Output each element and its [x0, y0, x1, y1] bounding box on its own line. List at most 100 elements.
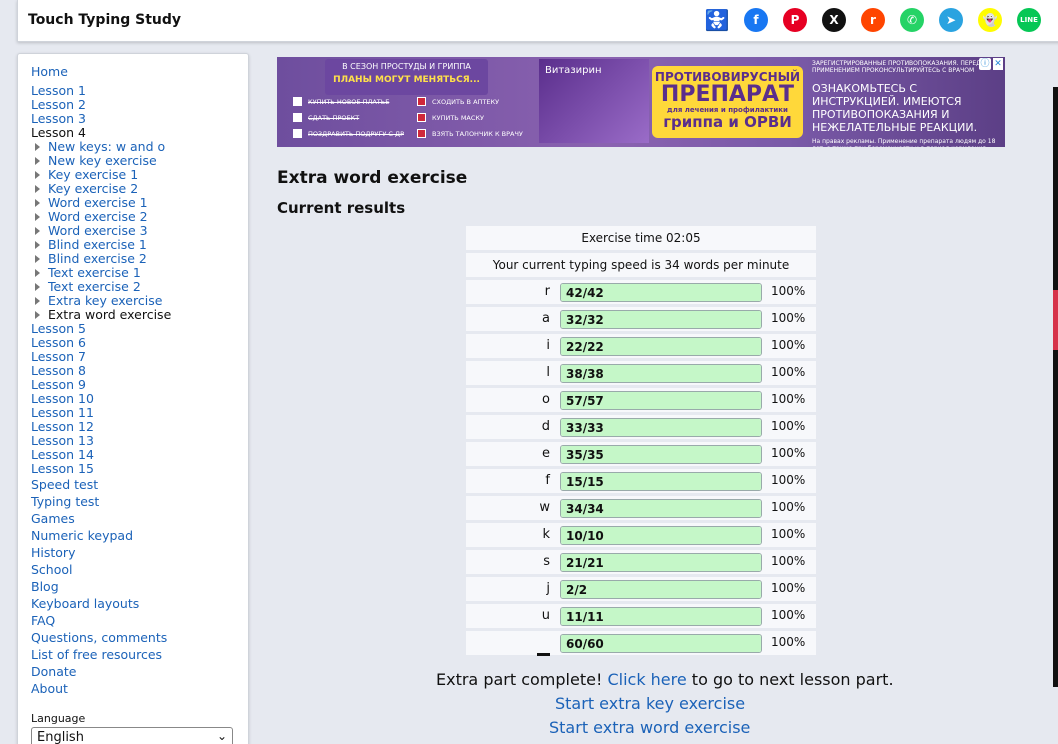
key-accuracy: 100% [771, 419, 806, 433]
sidebar-item-typing-test[interactable]: Typing test [31, 493, 171, 510]
sidebar-item-speed-test[interactable]: Speed test [31, 476, 171, 493]
ad-headline-line2: ПЛАНЫ МОГУТ МЕНЯТЬСЯ... [333, 75, 480, 85]
ad-yellow-line4: гриппа и ОРВИ [663, 113, 792, 131]
sidebar-item-questions-comments[interactable]: Questions, comments [31, 629, 171, 646]
right-side-ad-accent [1053, 290, 1058, 350]
ad-close-icon[interactable]: ✕ [993, 58, 1003, 70]
right-side-ad-edge [1053, 87, 1058, 687]
progress-bar: 33/33 [560, 418, 762, 437]
ad-checklist-item: СХОДИТЬ В АПТЕКУ [417, 97, 523, 106]
sidebar-item-lesson[interactable]: Lesson 9 [31, 378, 171, 392]
sidebar-item-lesson[interactable]: Lesson 13 [31, 434, 171, 448]
language-select[interactable]: English ⌄ [31, 727, 233, 744]
ad-info-icon[interactable]: ⓘ [979, 58, 991, 70]
key-accuracy: 100% [771, 581, 806, 595]
sidebar-item-about[interactable]: About [31, 680, 171, 697]
sidebar-item-school[interactable]: School [31, 561, 171, 578]
site-title[interactable]: Touch Typing Study [28, 12, 181, 28]
sidebar-item-faq[interactable]: FAQ [31, 612, 171, 629]
triangle-right-icon [35, 185, 40, 193]
start-extra-word-exercise-link[interactable]: Start extra word exercise [549, 718, 750, 737]
ad-product-image: Витазирин [539, 59, 649, 143]
sidebar-item-lesson[interactable]: Lesson 8 [31, 364, 171, 378]
sidebar-item-lesson[interactable]: Lesson 7 [31, 350, 171, 364]
sidebar-subitem[interactable]: Blind exercise 1 [31, 238, 171, 252]
key-char: d [541, 419, 550, 434]
key-result-row: r 42/42 100% [466, 280, 816, 304]
sidebar-item-lesson[interactable]: Lesson 14 [31, 448, 171, 462]
key-result-row: l 38/38 100% [466, 361, 816, 385]
sidebar-subitem[interactable]: Word exercise 3 [31, 224, 171, 238]
ad-checklist-label: ВЗЯТЬ ТАЛОНЧИК К ВРАЧУ [432, 129, 523, 138]
stroller-icon[interactable]: 🚼 [705, 8, 730, 32]
sidebar-subitem[interactable]: Text exercise 1 [31, 266, 171, 280]
sidebar-subitem[interactable]: Text exercise 2 [31, 280, 171, 294]
key-accuracy: 100% [771, 473, 806, 487]
triangle-right-icon [35, 213, 40, 221]
key-results: r 42/42 100% a 32/32 100% i 22/22 100% l 38/38 100%… [466, 280, 816, 656]
progress-bar: 34/34 [560, 499, 762, 518]
sidebar-subitem-label: Blind exercise 2 [48, 251, 147, 266]
sidebar-item-lesson[interactable]: Lesson 10 [31, 392, 171, 406]
sidebar-subitem[interactable]: Key exercise 1 [31, 168, 171, 182]
progress-bar: 57/57 [560, 391, 762, 410]
sidebar-item-lesson[interactable]: Lesson 1 [31, 84, 171, 98]
sidebar-subitem[interactable]: Key exercise 2 [31, 182, 171, 196]
sidebar-item-list-of-free-resources[interactable]: List of free resources [31, 646, 171, 663]
exercise-time: Exercise time 02:05 [466, 226, 816, 250]
telegram-icon[interactable]: ➤ [939, 8, 963, 32]
x-icon[interactable]: X [822, 8, 846, 32]
key-result-row: e 35/35 100% [466, 442, 816, 466]
progress-bar: 11/11 [560, 607, 762, 626]
sidebar-subitem[interactable]: Extra key exercise [31, 294, 171, 308]
start-extra-key-exercise-link[interactable]: Start extra key exercise [555, 694, 745, 713]
key-result-row: o 57/57 100% [466, 388, 816, 412]
space-key-icon [466, 645, 550, 660]
reddit-icon[interactable]: r [861, 8, 885, 32]
progress-bar: 60/60 [560, 634, 762, 653]
line-icon[interactable]: LINE [1017, 8, 1041, 32]
sidebar-subitem[interactable]: Word exercise 2 [31, 210, 171, 224]
progress-bar: 38/38 [560, 364, 762, 383]
results-heading: Current results [277, 199, 406, 217]
sidebar-subitem-label: Extra key exercise [48, 293, 163, 308]
next-lesson-link[interactable]: Click here [607, 670, 686, 689]
sidebar-subitem-current: Extra word exercise [31, 308, 171, 322]
sidebar-subitem[interactable]: New key exercise [31, 154, 171, 168]
key-accuracy: 100% [771, 392, 806, 406]
sidebar-item-history[interactable]: History [31, 544, 171, 561]
ad-list-right: СХОДИТЬ В АПТЕКУ КУПИТЬ МАСКУ ВЗЯТЬ ТАЛОНЧ… [417, 97, 523, 145]
facebook-icon[interactable]: f [744, 8, 768, 32]
snapchat-icon[interactable]: 👻 [978, 8, 1002, 32]
sidebar-item-lesson[interactable]: Lesson 3 [31, 112, 171, 126]
key-char: l [546, 365, 550, 380]
pinterest-icon[interactable]: P [783, 8, 807, 32]
sidebar-item-lesson[interactable]: Lesson 6 [31, 336, 171, 350]
sidebar-subitem[interactable]: Word exercise 1 [31, 196, 171, 210]
advertisement-banner[interactable]: В СЕЗОН ПРОСТУДЫ И ГРИППА ПЛАНЫ МОГУТ МЕ… [277, 57, 1005, 147]
sidebar-item-keyboard-layouts[interactable]: Keyboard layouts [31, 595, 171, 612]
sidebar-item-games[interactable]: Games [31, 510, 171, 527]
ad-checklist-item: СДАТЬ ПРОЕКТ [293, 113, 404, 122]
sidebar-item-blog[interactable]: Blog [31, 578, 171, 595]
sidebar-item-lesson[interactable]: Lesson 2 [31, 98, 171, 112]
sidebar-item-numeric-keypad[interactable]: Numeric keypad [31, 527, 171, 544]
sidebar-item-donate[interactable]: Donate [31, 663, 171, 680]
key-accuracy: 100% [771, 284, 806, 298]
sidebar-item-lesson[interactable]: Lesson 5 [31, 322, 171, 336]
sidebar-item-lesson[interactable]: Lesson 11 [31, 406, 171, 420]
key-char: f [545, 473, 550, 488]
sidebar-subitem[interactable]: New keys: w and o [31, 140, 171, 154]
key-char: e [542, 446, 550, 461]
sidebar-item-home[interactable]: Home [31, 64, 171, 80]
checkbox-icon [293, 113, 302, 122]
triangle-right-icon [35, 297, 40, 305]
complete-prefix: Extra part complete! [436, 670, 608, 689]
sidebar-subitem[interactable]: Blind exercise 2 [31, 252, 171, 266]
results-table: Exercise time 02:05 Your current typing … [466, 226, 816, 658]
sidebar-item-lesson[interactable]: Lesson 15 [31, 462, 171, 476]
sidebar-item-lesson[interactable]: Lesson 12 [31, 420, 171, 434]
triangle-right-icon [35, 241, 40, 249]
whatsapp-icon[interactable]: ✆ [900, 8, 924, 32]
triangle-right-icon [35, 311, 40, 319]
